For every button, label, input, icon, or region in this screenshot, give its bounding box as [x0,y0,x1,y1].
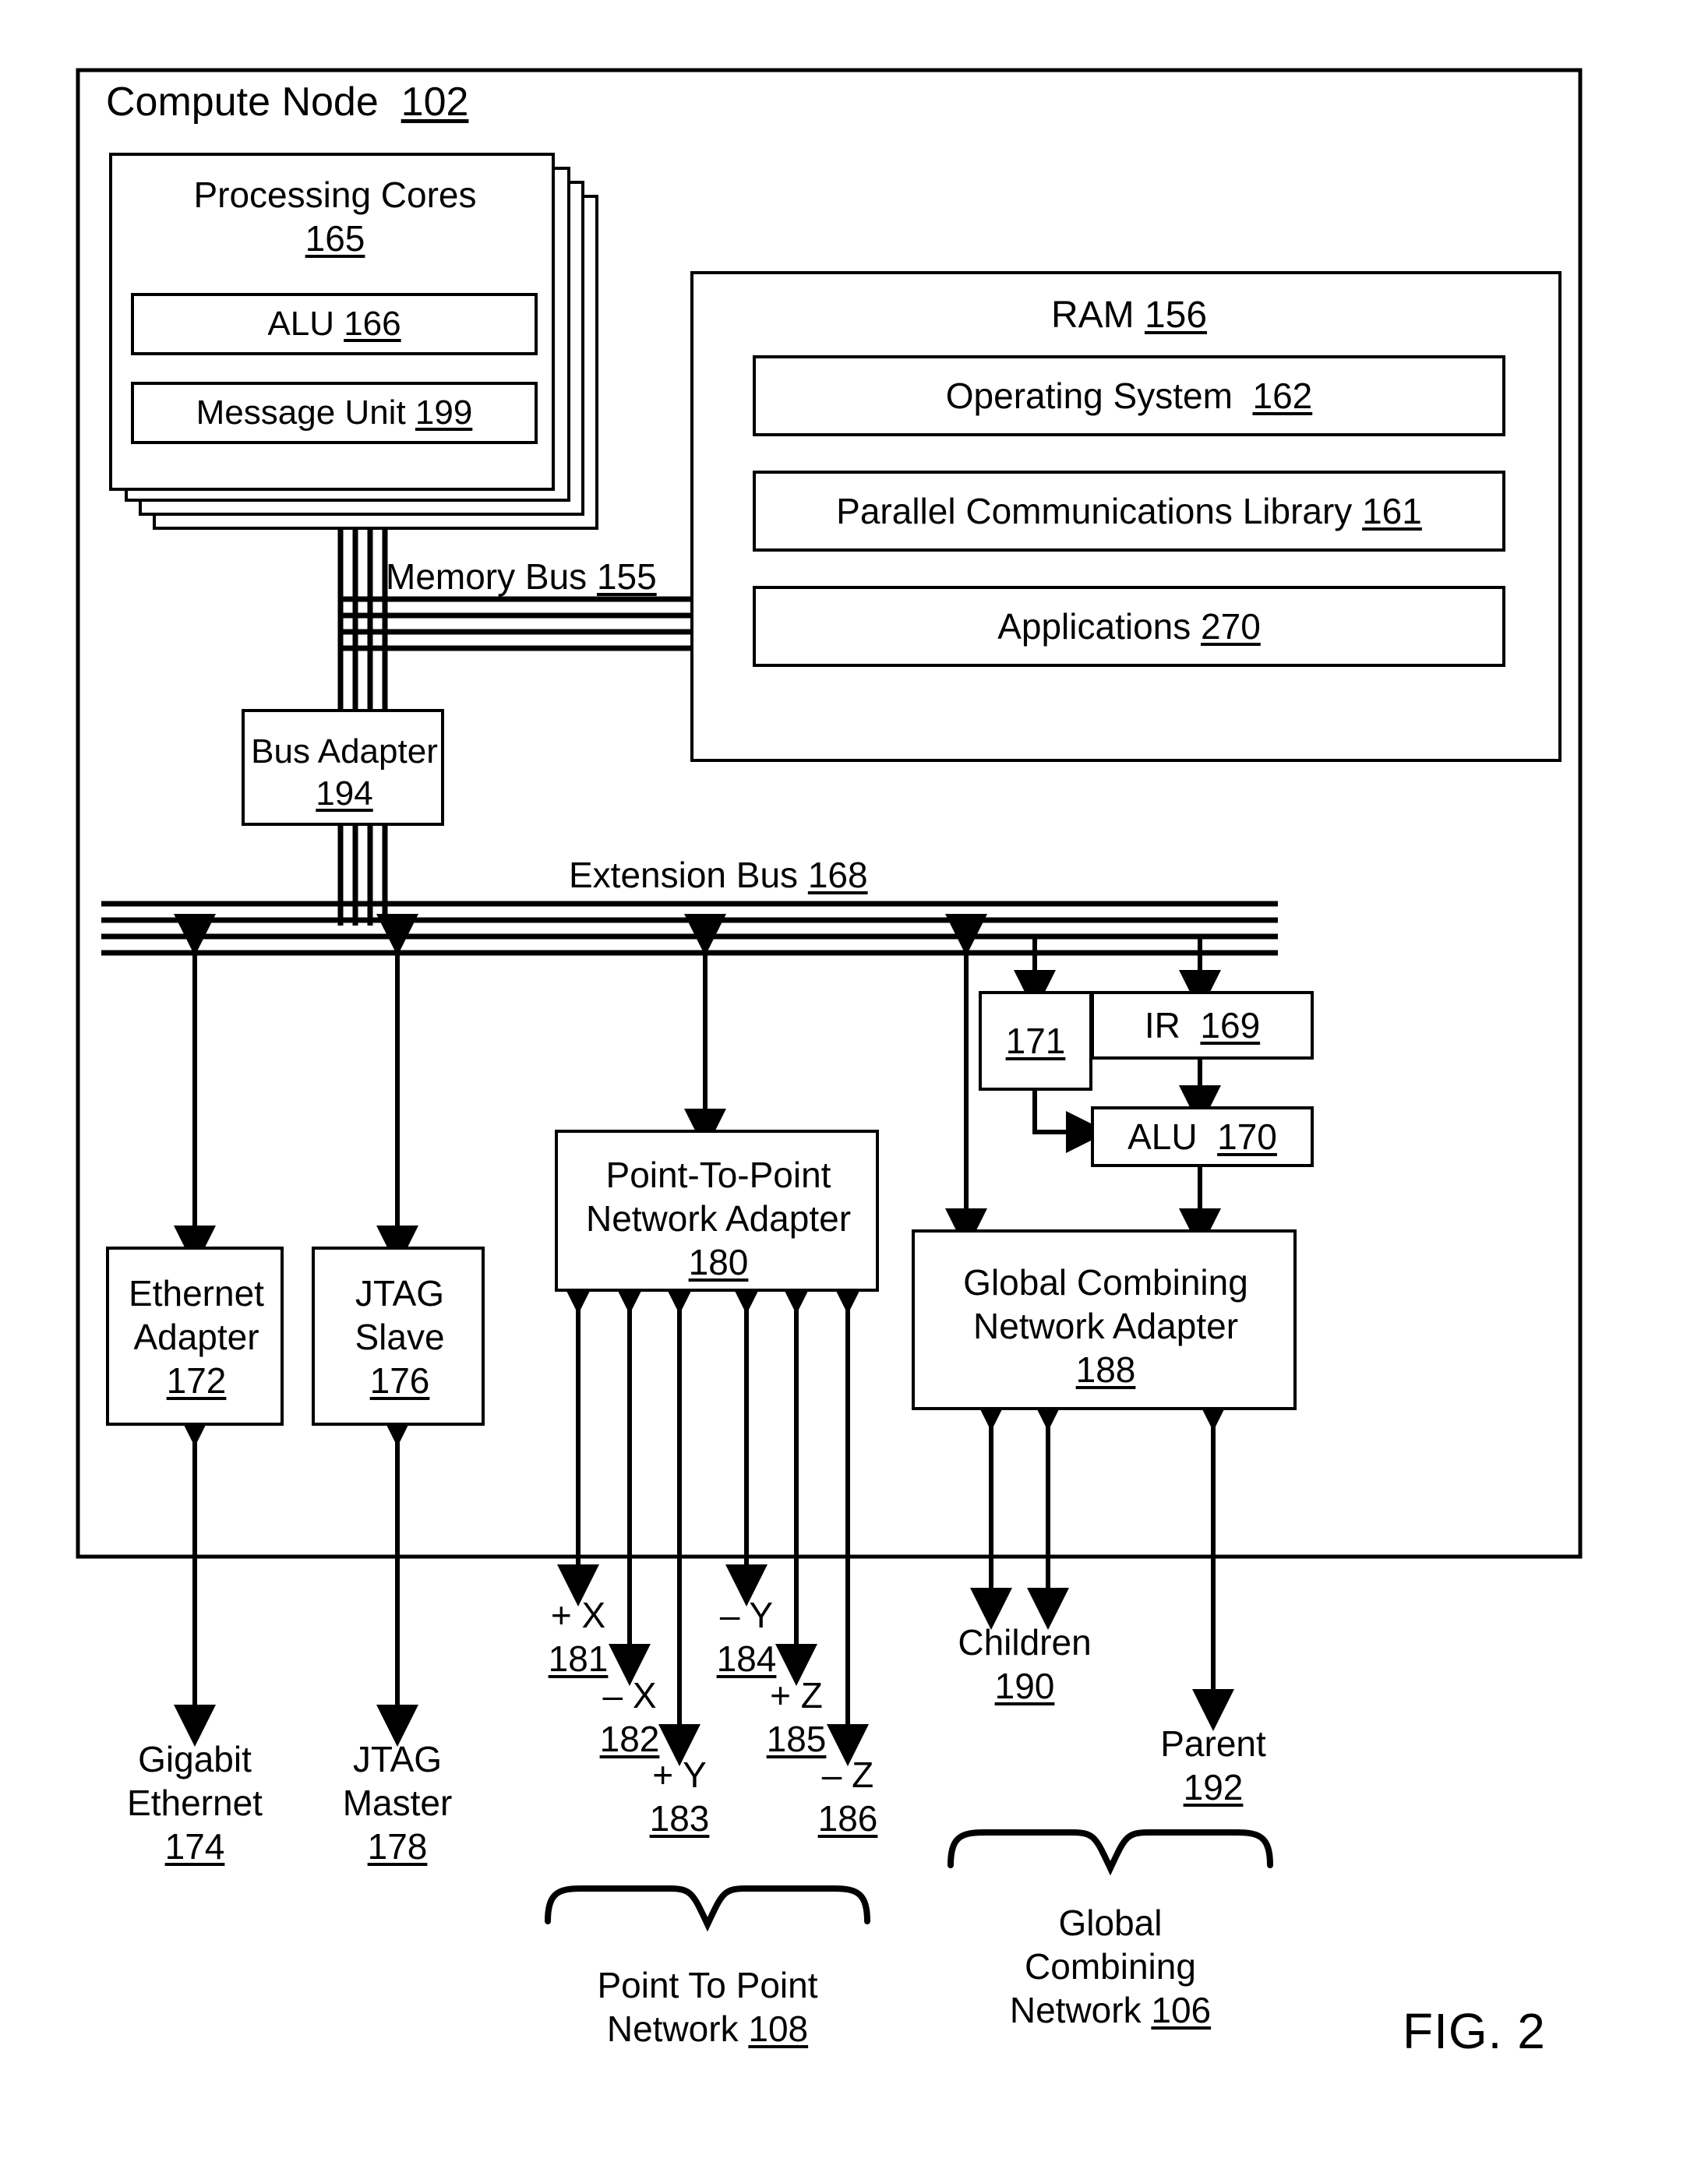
torus-link-minus-z-label: – Z 186 [817,1755,878,1839]
processing-cores-title: Processing Cores 165 [193,175,477,259]
operating-system-label: Operating System 162 [945,376,1313,416]
processing-cores-box[interactable]: Processing Cores 165 ALU 166 Message Unit… [109,153,555,491]
jtag-slave-label: JTAG Slave 176 [355,1273,445,1402]
jtag-slave-box[interactable]: JTAG Slave 176 [312,1247,485,1426]
compute-node-title: Compute Node 102 [106,79,469,125]
parent-192-label: Parent 192 [1160,1723,1266,1808]
io-down-arrows [174,1405,418,1747]
extension-bus-label: Extension Bus 168 [569,855,868,895]
torus-link-minus-y-label: – Y 184 [716,1595,777,1680]
parallel-comm-library-box[interactable]: Parallel Communications Library 161 [753,471,1505,552]
torus-link-minus-x-label: – X 182 [599,1675,660,1760]
alu-170-box[interactable]: ALU 170 [1091,1106,1314,1167]
ethernet-adapter-box[interactable]: Ethernet Adapter 172 [106,1247,284,1426]
alu-170-label: ALU 170 [1127,1116,1277,1157]
ethernet-adapter-label: Ethernet Adapter 172 [129,1273,264,1402]
ram-title: RAM 156 [1050,294,1208,336]
global-combining-network-adapter-label: Global Combining Network Adapter 188 [963,1262,1248,1391]
parallel-comm-library-label: Parallel Communications Library 161 [836,491,1422,531]
bus-adapter-label: Bus Adapter 194 [251,732,438,813]
figure-caption: FIG. 2 [1403,2003,1546,2059]
message-unit-199-box[interactable]: Message Unit 199 [131,382,538,444]
p2p-network-adapter-label: Point-To-Point Network Adapter 180 [585,1155,852,1283]
extension-bus-lines [101,901,1278,956]
applications-box[interactable]: Applications 270 [753,586,1505,667]
message-unit-199-label: Message Unit 199 [196,393,473,432]
p2p-network-adapter-box[interactable]: Point-To-Point Network Adapter 180 [555,1130,879,1292]
ir-169-label: IR 169 [1144,1005,1261,1046]
ram-box[interactable]: RAM 156 Operating System 162 Parallel Co… [690,271,1562,762]
gigabit-ethernet-label: Gigabit Ethernet 174 [127,1739,263,1867]
reg171-to-alu170 [1032,1091,1108,1153]
register-171-label: 171 [1005,1021,1066,1061]
torus-link-plus-z-label: + Z 185 [766,1675,827,1760]
gcn-network-brace [948,1829,1273,1876]
alu-166-box[interactable]: ALU 166 [131,293,538,355]
figure-canvas: Processing Cores 165 ALU 166 Message Unit… [0,0,1708,2169]
register-171-box[interactable]: 171 [979,991,1092,1091]
torus-link-plus-y-label: + Y 183 [649,1755,710,1839]
operating-system-box[interactable]: Operating System 162 [753,355,1505,436]
jtag-master-label: JTAG Master 178 [342,1739,453,1867]
memory-bus-label: Memory Bus 155 [386,556,657,597]
applications-label: Applications 270 [997,606,1261,647]
bus-adapter-box[interactable]: Bus Adapter 194 [242,709,444,826]
global-combining-network-label: Global Combining Network 106 [1009,1903,1212,2031]
memory-bus-horizontal [341,596,693,651]
p2p-network-brace [545,1885,870,1932]
children-190-label: Children 190 [958,1622,1092,1707]
torus-link-plus-x-label: + X 181 [548,1595,609,1680]
point-to-point-network-label: Point To Point Network 108 [597,1965,818,2050]
alu-166-label: ALU 166 [267,305,401,343]
ir-169-box[interactable]: IR 169 [1091,991,1314,1060]
global-combining-network-adapter-box[interactable]: Global Combining Network Adapter 188 [912,1229,1297,1410]
